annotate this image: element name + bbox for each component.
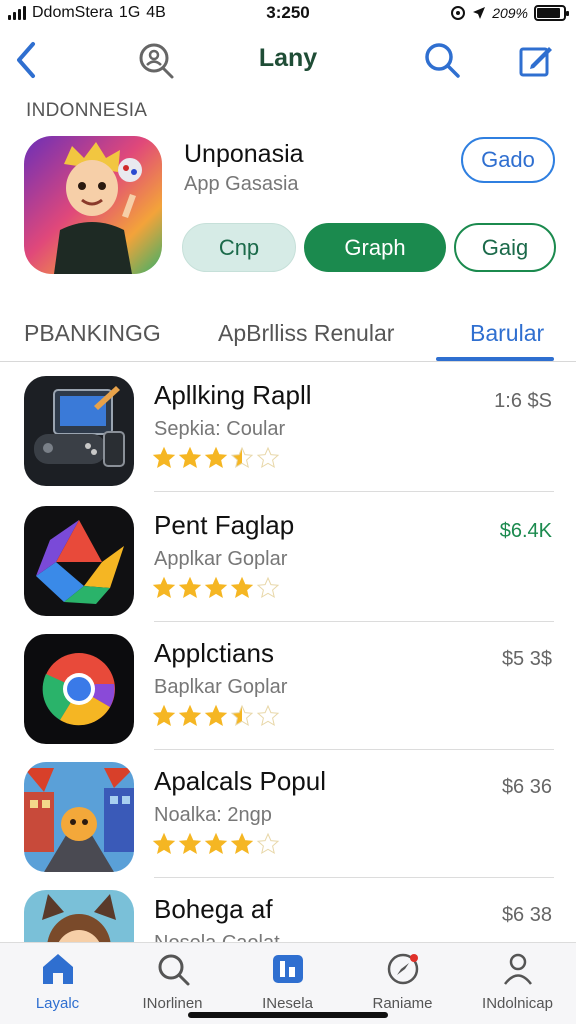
star-icon — [178, 832, 202, 855]
featured-app-subtitle: App Gasasia — [184, 173, 299, 195]
apps-icon — [272, 955, 303, 983]
list-item[interactable]: Apllking Rapll Sepkia: Coular 1:6 $S — [0, 362, 576, 492]
star-icon — [178, 446, 202, 469]
status-left: DdomStera 1G 4B — [8, 4, 166, 22]
tabbar-item-explore[interactable]: Raniame — [345, 951, 460, 1012]
region-label: INDONNESIA — [26, 100, 148, 121]
get-button[interactable]: Gado — [461, 137, 555, 183]
home-icon — [42, 954, 73, 984]
app-title: Applctians — [154, 638, 274, 668]
rotation-lock-icon — [451, 6, 466, 20]
star-icon — [178, 576, 202, 599]
tabbar-label: Raniame — [372, 995, 433, 1012]
carrier-name: DdomStera — [32, 4, 113, 21]
search-button[interactable] — [420, 38, 464, 82]
tabbar-item-profile[interactable]: INdolnicap — [460, 951, 575, 1012]
app-subtitle: Applkar Goplar — [154, 548, 288, 570]
filter-pill-graph[interactable]: Graph — [304, 223, 446, 272]
active-tab-indicator — [436, 357, 554, 361]
app-title: Apllking Rapll — [154, 380, 312, 410]
compass-icon — [387, 953, 418, 985]
list-item[interactable]: Apalcals Popul Noalka: 2ngp $6 36 — [0, 748, 576, 878]
game-console-icon — [24, 376, 134, 486]
network-extra: 4B — [146, 4, 166, 21]
app-icon-browser — [24, 634, 134, 744]
app-subtitle: Baplkar Goplar — [154, 676, 288, 698]
signal-icon — [8, 6, 26, 20]
star-rating — [152, 576, 280, 600]
tabbar-label: INorlinen — [142, 995, 203, 1012]
tab-barular[interactable]: Barular — [470, 320, 544, 347]
tabbar-item-search[interactable]: INorlinen — [115, 951, 230, 1012]
star-icon — [230, 446, 254, 469]
app-icon-game-console — [24, 376, 134, 486]
star-icon — [230, 832, 254, 855]
app-icon-city-game — [24, 762, 134, 872]
star-icon — [256, 832, 280, 855]
tabbar-item-home[interactable]: Layalc — [0, 951, 115, 1012]
star-icon — [256, 704, 280, 727]
star-icon — [204, 446, 228, 469]
battery-icon — [534, 5, 569, 21]
star-icon — [152, 832, 176, 855]
tabbar-label: Layalc — [35, 995, 80, 1012]
list-item[interactable]: Applctians Baplkar Goplar $5 3$ — [0, 620, 576, 750]
page-title: Lany — [258, 44, 318, 72]
compose-button[interactable] — [514, 38, 558, 82]
star-icon — [204, 832, 228, 855]
app-price: 1:6 $S — [494, 390, 552, 412]
home-indicator — [188, 1012, 388, 1018]
featured-app-icon[interactable] — [24, 136, 162, 274]
app-icon-colorful-arrow — [24, 506, 134, 616]
battery-percent: 209% — [492, 5, 528, 21]
colorful-arrow-icon — [24, 506, 134, 616]
search-icon — [158, 954, 189, 986]
star-icon — [230, 576, 254, 599]
city-game-icon — [24, 762, 134, 872]
app-subtitle: Sepkia: Coular — [154, 418, 286, 440]
app-subtitle: Noalka: 2ngp — [154, 804, 272, 826]
app-title: Pent Faglap — [154, 510, 295, 540]
star-rating — [152, 704, 280, 728]
app-title: Bohega af — [154, 894, 273, 924]
star-rating — [152, 832, 280, 856]
star-icon — [152, 704, 176, 727]
tabbar-label: INesela — [262, 995, 313, 1012]
search-icon — [425, 43, 460, 78]
network-type: 1G — [118, 4, 141, 21]
status-bar: DdomStera 1G 4B 3:250 209% — [0, 0, 576, 26]
status-time: 3:250 — [266, 3, 310, 22]
featured-app-name: Unponasia — [184, 140, 304, 168]
star-rating — [152, 446, 280, 470]
nav-bar: Lany — [0, 32, 576, 86]
browser-icon — [24, 634, 134, 744]
star-icon — [256, 576, 280, 599]
compose-icon — [519, 47, 552, 77]
star-icon — [256, 446, 280, 469]
character-icon — [24, 136, 162, 274]
app-price: $5 3$ — [501, 648, 552, 670]
app-price: $6 36 — [501, 776, 552, 798]
star-icon — [204, 704, 228, 727]
star-icon — [178, 704, 202, 727]
list-item[interactable]: Pent Faglap Applkar Goplar $6.4K — [0, 492, 576, 622]
tabbar-label: INdolnicap — [482, 995, 553, 1012]
status-right: 209% — [450, 5, 569, 21]
app-price: $6 38 — [501, 904, 552, 926]
tabbar-item-apps[interactable]: INesela — [230, 951, 345, 1012]
tab-popular[interactable]: ApBrlliss Renular — [218, 320, 394, 347]
category-tabs: PBANKINGG ApBrlliss Renular Barular — [0, 308, 576, 362]
filter-pill-gaig[interactable]: Gaig — [454, 223, 556, 272]
star-icon — [230, 704, 254, 727]
star-icon — [152, 576, 176, 599]
star-icon — [152, 446, 176, 469]
person-icon — [503, 953, 532, 985]
app-price: $6.4K — [499, 520, 552, 542]
filter-pill-cnp[interactable]: Cnp — [182, 223, 296, 272]
tab-ranking[interactable]: PBANKINGG — [24, 320, 161, 347]
star-icon — [204, 576, 228, 599]
location-icon — [473, 7, 486, 19]
app-title: Apalcals Popul — [154, 766, 326, 796]
